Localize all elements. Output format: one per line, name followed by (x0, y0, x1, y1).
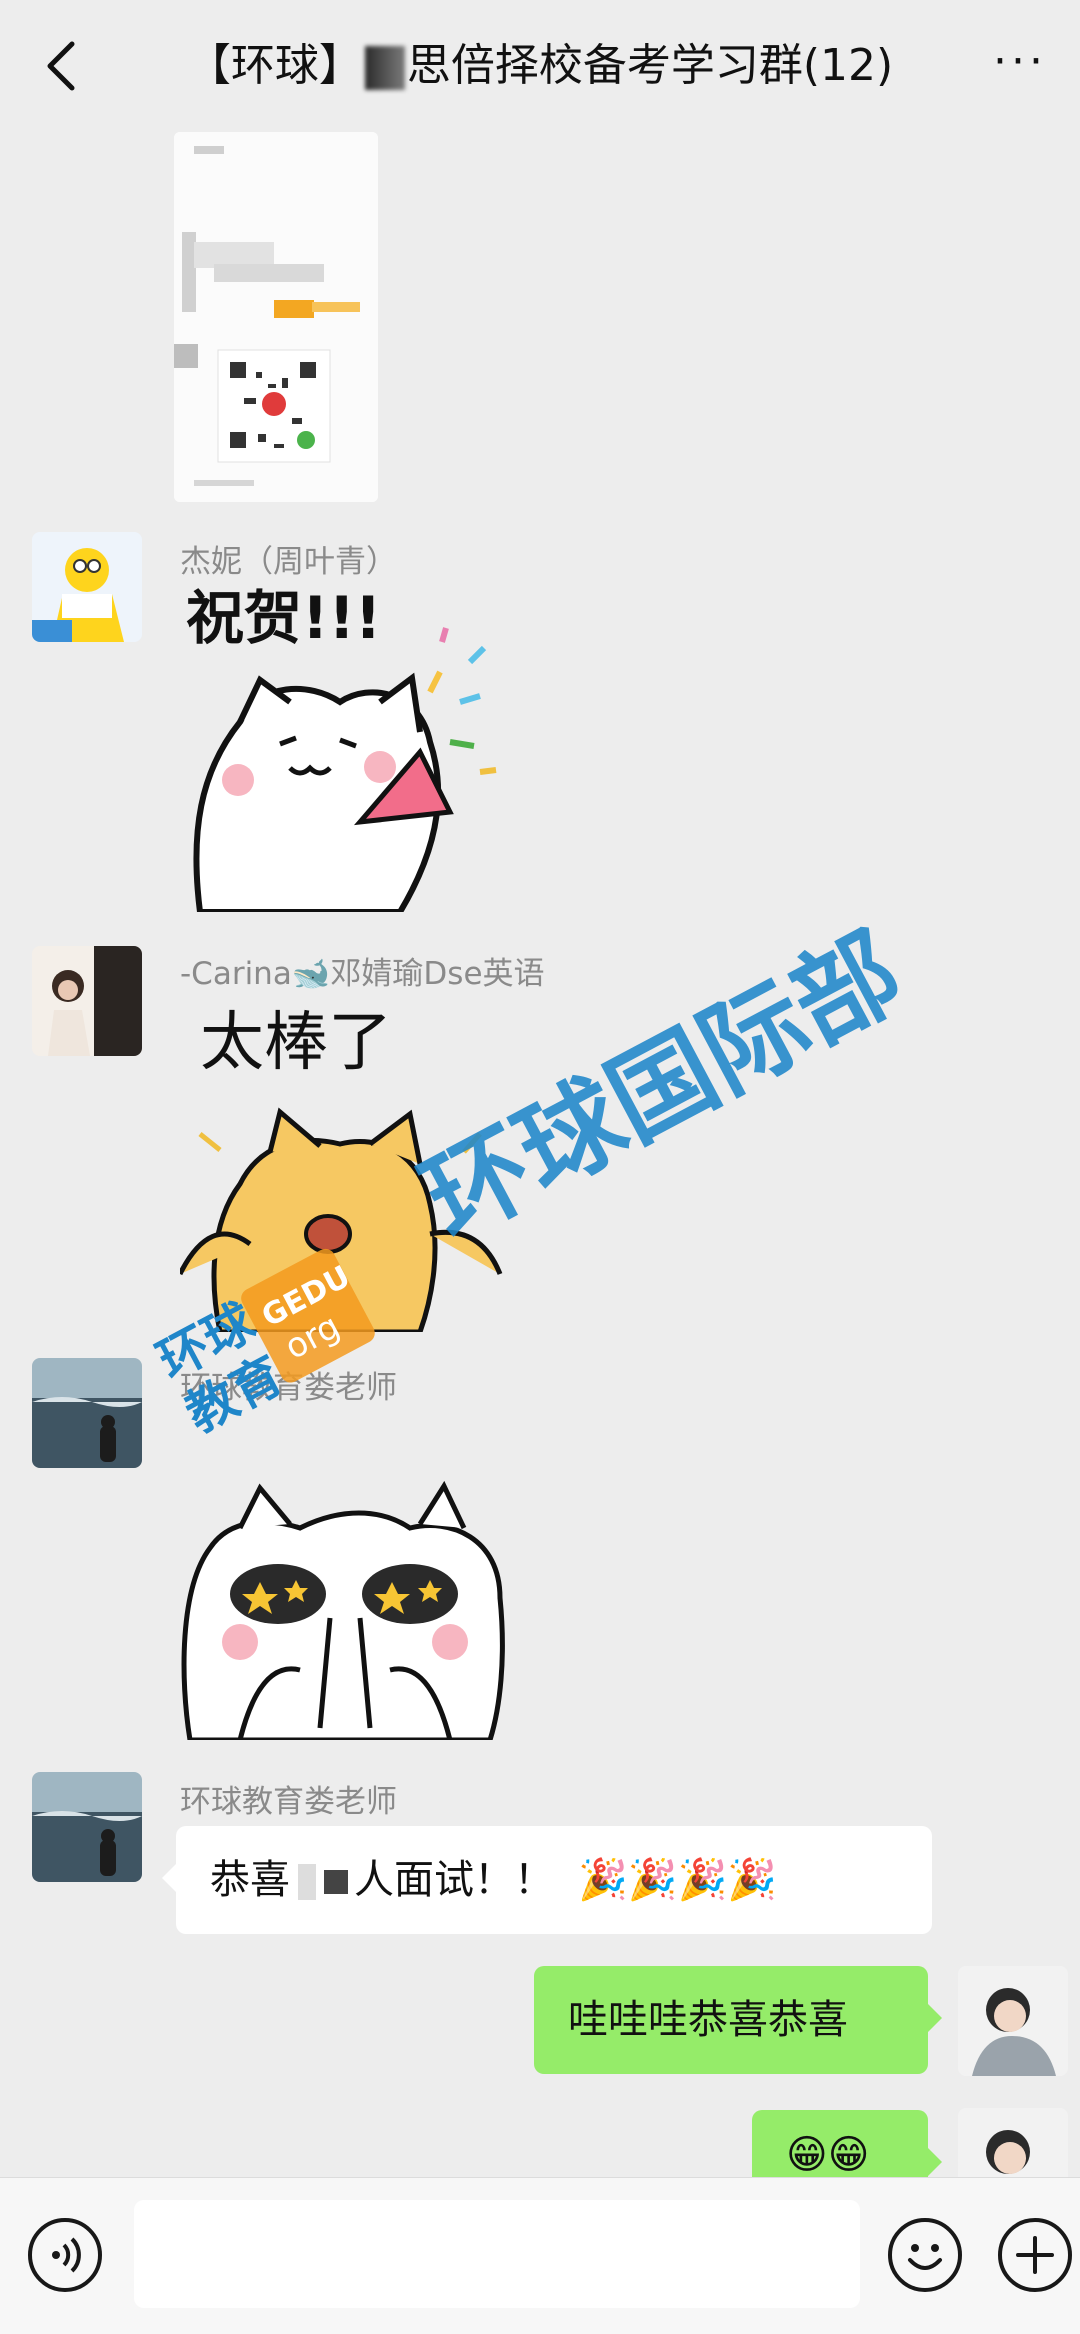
party-popper-icon: 🎉🎉🎉🎉 (578, 1857, 778, 1903)
my-text-message[interactable]: 哇哇哇恭喜恭喜 (534, 1966, 942, 2074)
redacted-block (324, 1870, 348, 1894)
avatar-portrait-icon (958, 2108, 1068, 2177)
avatar[interactable] (32, 532, 142, 642)
voice-icon (52, 2237, 81, 2273)
avatar-seascape-icon (32, 1772, 142, 1882)
emoji-button[interactable] (888, 2218, 962, 2292)
my-emoji-message[interactable]: 😁😁 (752, 2110, 942, 2177)
text-message[interactable]: 恭喜 人面试！！ 🎉🎉🎉🎉 (162, 1826, 932, 1934)
svg-text:太棒了: 太棒了 (200, 1006, 392, 1080)
sender-name: 环球教育娄老师 (180, 1370, 397, 1406)
avatar-portrait-icon (958, 1966, 1068, 2076)
sticker-message[interactable] (180, 1478, 506, 1743)
redacted-block (298, 1864, 316, 1900)
avatar[interactable] (32, 1772, 142, 1882)
voice-button[interactable] (28, 2218, 102, 2292)
smiley-icon (908, 2244, 942, 2270)
chat-title: 【环球】 思倍择校备考学习群(12) (120, 34, 960, 98)
avatar[interactable] (32, 946, 142, 1056)
redacted-block (364, 46, 405, 90)
chat-title-prefix: 【环球】 (186, 40, 363, 91)
back-button[interactable] (36, 36, 92, 96)
congrats-cat-sticker: 祝贺!!! (186, 584, 497, 915)
message-text: 哇哇哇恭喜恭喜 (568, 1997, 848, 2043)
avatar[interactable] (32, 1358, 142, 1468)
message-text-end: 人面试！！ (354, 1857, 554, 1903)
input-bar (0, 2177, 1080, 2334)
message-text-start: 恭喜 (210, 1857, 290, 1903)
more-button[interactable]: ··· (984, 40, 1056, 88)
shared-image-message[interactable] (174, 132, 378, 502)
more-actions-button[interactable] (998, 2218, 1072, 2292)
svg-text:祝贺!!!: 祝贺!!! (186, 584, 381, 652)
my-avatar[interactable] (958, 1966, 1068, 2076)
chevron-left-icon (47, 41, 75, 91)
sticker-message[interactable]: 祝贺!!! (180, 572, 510, 915)
plus-icon (1016, 2236, 1054, 2274)
my-avatar[interactable] (958, 2108, 1068, 2177)
great-dog-sticker: 太棒了 (177, 1006, 503, 1335)
sender-name: 环球教育娄老师 (180, 1784, 397, 1820)
avatar-cartoon-icon (32, 532, 142, 642)
message-list[interactable]: 杰妮（周叶青） 祝贺!!! -Carina🐋邓婧瑜Dse英语 太棒了 环球教育娄… (0, 132, 1080, 2177)
chat-header: 【环球】 思倍择校备考学习群(12) ··· (0, 0, 1080, 132)
starry-eyes-cat-sticker (181, 1480, 505, 1743)
avatar-seascape-icon (32, 1358, 142, 1468)
grinning-face-icon: 😁😁 (786, 2132, 870, 2177)
sticker-message[interactable]: 太棒了 (177, 984, 510, 1335)
qr-poster-image (174, 132, 378, 502)
chat-title-suffix: 思倍择校备考学习群(12) (406, 40, 894, 91)
avatar-photo-icon (32, 946, 142, 1056)
message-input[interactable] (134, 2200, 860, 2308)
